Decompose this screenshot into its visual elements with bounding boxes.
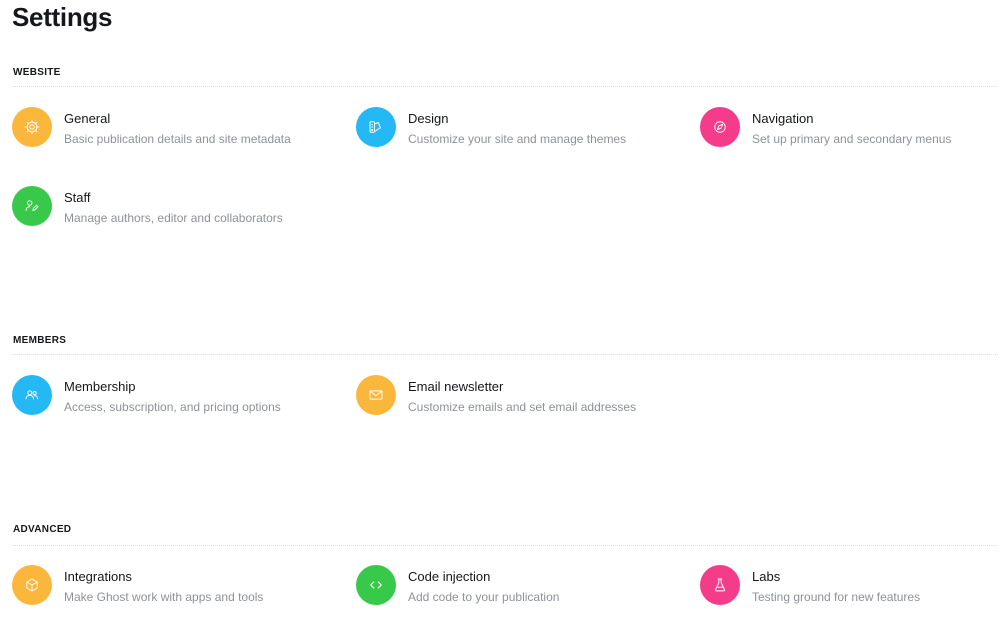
settings-item-membership[interactable]: Membership Access, subscription, and pri… bbox=[12, 375, 342, 419]
settings-item-navigation[interactable]: Navigation Set up primary and secondary … bbox=[700, 107, 1000, 151]
settings-item-description: Manage authors, editor and collaborators bbox=[64, 211, 283, 225]
settings-item-staff[interactable]: Staff Manage authors, editor and collabo… bbox=[12, 186, 342, 230]
cube-icon bbox=[12, 565, 52, 605]
section-header-advanced: ADVANCED bbox=[13, 524, 72, 535]
section-header-website: WEBSITE bbox=[13, 67, 61, 78]
settings-item-labs[interactable]: Labs Testing ground for new features bbox=[700, 565, 1000, 609]
settings-item-title: Design bbox=[408, 111, 449, 126]
settings-item-title: Email newsletter bbox=[408, 379, 504, 394]
settings-item-description: Testing ground for new features bbox=[752, 590, 921, 604]
code-icon bbox=[356, 565, 396, 605]
settings-item-description: Set up primary and secondary menus bbox=[752, 132, 952, 146]
section-divider bbox=[13, 545, 998, 546]
settings-page: Settings WEBSITE General Basic publicati… bbox=[0, 0, 1000, 635]
settings-item-email-newsletter[interactable]: Email newsletter Customize emails and se… bbox=[356, 375, 686, 419]
settings-item-title: Labs bbox=[752, 569, 781, 584]
envelope-icon bbox=[356, 375, 396, 415]
settings-item-title: Membership bbox=[64, 379, 136, 394]
settings-item-description: Customize emails and set email addresses bbox=[408, 400, 637, 414]
palette-icon bbox=[356, 107, 396, 147]
page-title: Settings bbox=[12, 2, 113, 32]
settings-item-description: Basic publication details and site metad… bbox=[64, 132, 291, 146]
settings-item-code-injection[interactable]: Code injection Add code to your publicat… bbox=[356, 565, 686, 609]
settings-item-title: Code injection bbox=[408, 569, 491, 584]
settings-item-title: General bbox=[64, 111, 111, 126]
settings-item-title: Integrations bbox=[64, 569, 132, 584]
settings-item-description: Access, subscription, and pricing option… bbox=[64, 400, 281, 414]
settings-item-title: Navigation bbox=[752, 111, 814, 126]
users-icon bbox=[12, 375, 52, 415]
settings-item-integrations[interactable]: Integrations Make Ghost work with apps a… bbox=[12, 565, 342, 609]
flask-icon bbox=[700, 565, 740, 605]
settings-item-design[interactable]: Design Customize your site and manage th… bbox=[356, 107, 686, 151]
settings-item-title: Staff bbox=[64, 190, 91, 205]
section-divider bbox=[13, 86, 998, 87]
gear-icon bbox=[12, 107, 52, 147]
settings-item-description: Customize your site and manage themes bbox=[408, 132, 627, 146]
settings-item-general[interactable]: General Basic publication details and si… bbox=[12, 107, 342, 151]
settings-item-description: Add code to your publication bbox=[408, 590, 560, 604]
section-divider bbox=[13, 354, 998, 355]
compass-icon bbox=[700, 107, 740, 147]
settings-item-description: Make Ghost work with apps and tools bbox=[64, 590, 264, 604]
user-edit-icon bbox=[12, 186, 52, 226]
section-header-members: MEMBERS bbox=[13, 335, 67, 346]
